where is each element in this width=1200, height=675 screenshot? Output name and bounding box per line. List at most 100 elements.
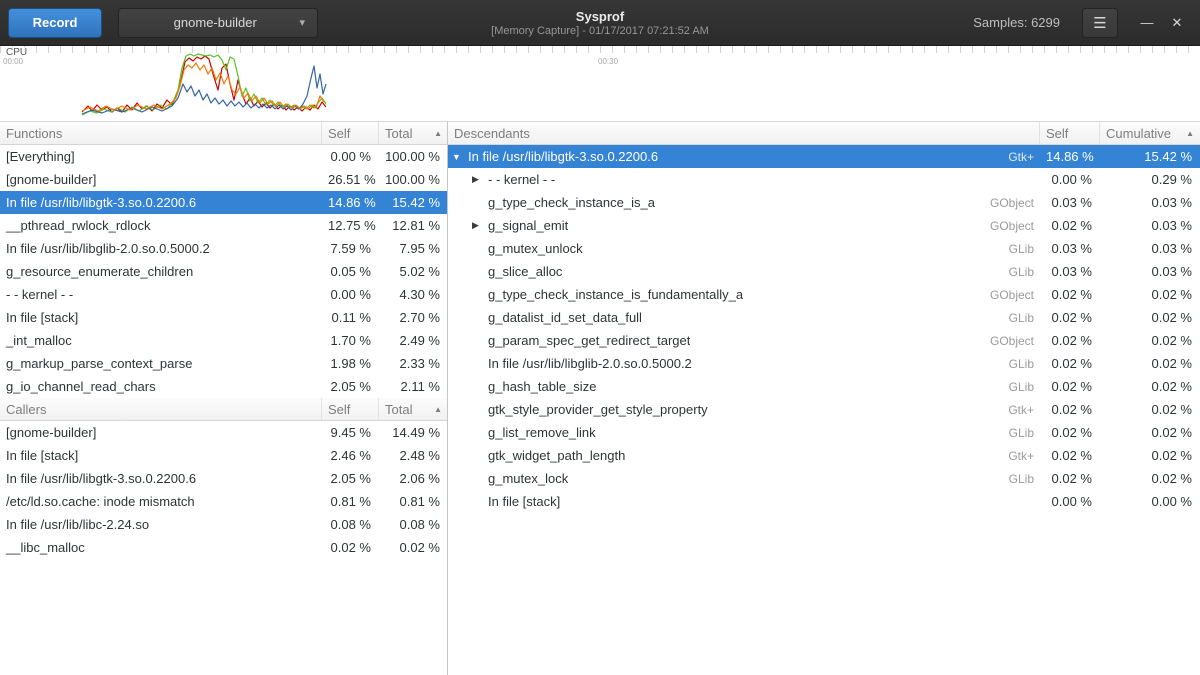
- cumulative-percent: 0.02 %: [1100, 379, 1200, 394]
- table-row[interactable]: __pthread_rwlock_rdlock12.75 %12.81 %: [0, 214, 447, 237]
- table-row[interactable]: __libc_malloc0.02 %0.02 %: [0, 536, 447, 559]
- function-name: - - kernel - -: [0, 287, 322, 302]
- close-icon: ✕: [1172, 15, 1183, 31]
- column-header-self[interactable]: Self: [1040, 122, 1100, 144]
- function-name: g_datalist_id_set_data_full: [488, 310, 642, 325]
- total-percent: 0.02 %: [379, 540, 448, 555]
- expander-icon[interactable]: ▶: [472, 220, 488, 231]
- column-header-cumulative[interactable]: Cumulative ▲: [1100, 122, 1200, 144]
- library-category-label: Gtk+: [1000, 150, 1034, 164]
- window-close-button[interactable]: ✕: [1162, 8, 1192, 38]
- column-header-total[interactable]: Total ▲: [379, 122, 448, 144]
- function-name: In file /usr/lib/libc-2.24.so: [0, 517, 322, 532]
- sort-indicator-icon: ▲: [1186, 129, 1194, 138]
- function-name: g_hash_table_size: [488, 379, 596, 394]
- self-percent: 0.02 %: [1040, 448, 1100, 463]
- table-row[interactable]: g_resource_enumerate_children0.05 %5.02 …: [0, 260, 447, 283]
- target-selector-label: gnome-builder: [131, 15, 299, 30]
- self-percent: 0.02 %: [1040, 379, 1100, 394]
- table-row[interactable]: ▼In file /usr/lib/libgtk-3.so.0.2200.6Gt…: [448, 145, 1200, 168]
- function-name: g_type_check_instance_is_a: [488, 195, 655, 210]
- self-percent: 9.45 %: [322, 425, 379, 440]
- table-row[interactable]: g_slice_allocGLib0.03 %0.03 %: [448, 260, 1200, 283]
- function-name: g_slice_alloc: [488, 264, 562, 279]
- function-name-cell: g_type_check_instance_is_aGObject: [448, 195, 1040, 210]
- table-row[interactable]: ▶- - kernel - -0.00 %0.29 %: [448, 168, 1200, 191]
- expander-icon[interactable]: ▼: [452, 152, 468, 162]
- self-percent: 0.03 %: [1040, 264, 1100, 279]
- table-row[interactable]: /etc/ld.so.cache: inode mismatch0.81 %0.…: [0, 490, 447, 513]
- cumulative-percent: 0.29 %: [1100, 172, 1200, 187]
- total-percent: 2.11 %: [379, 379, 448, 394]
- self-percent: 0.02 %: [1040, 333, 1100, 348]
- cumulative-percent: 0.02 %: [1100, 471, 1200, 486]
- library-category-label: GLib: [1001, 357, 1034, 371]
- target-selector-dropdown[interactable]: gnome-builder ▾: [118, 8, 318, 38]
- table-row[interactable]: g_hash_table_sizeGLib0.02 %0.02 %: [448, 375, 1200, 398]
- table-row[interactable]: In file /usr/lib/libglib-2.0.so.0.5000.2…: [0, 237, 447, 260]
- expander-icon[interactable]: ▶: [472, 174, 488, 185]
- self-percent: 0.00 %: [322, 287, 379, 302]
- self-percent: 0.05 %: [322, 264, 379, 279]
- function-name: In file /usr/lib/libglib-2.0.so.0.5000.2: [0, 241, 322, 256]
- table-row[interactable]: g_param_spec_get_redirect_targetGObject0…: [448, 329, 1200, 352]
- cumulative-percent: 0.02 %: [1100, 448, 1200, 463]
- column-header-self[interactable]: Self: [322, 398, 379, 420]
- window-minimize-button[interactable]: —: [1132, 8, 1162, 38]
- table-row[interactable]: g_type_check_instance_is_fundamentally_a…: [448, 283, 1200, 306]
- function-name: In file /usr/lib/libgtk-3.so.0.2200.6: [0, 471, 322, 486]
- column-header-self[interactable]: Self: [322, 122, 379, 144]
- self-percent: 0.81 %: [322, 494, 379, 509]
- library-category-label: GLib: [1001, 265, 1034, 279]
- record-button[interactable]: Record: [8, 8, 102, 38]
- table-row[interactable]: [gnome-builder]26.51 %100.00 %: [0, 168, 447, 191]
- total-percent: 7.95 %: [379, 241, 448, 256]
- table-row[interactable]: [gnome-builder]9.45 %14.49 %: [0, 421, 447, 444]
- table-row[interactable]: In file [stack]0.11 %2.70 %: [0, 306, 447, 329]
- table-row[interactable]: _int_malloc1.70 %2.49 %: [0, 329, 447, 352]
- total-percent: 100.00 %: [379, 149, 448, 164]
- table-row[interactable]: g_list_remove_linkGLib0.02 %0.02 %: [448, 421, 1200, 444]
- table-row[interactable]: g_markup_parse_context_parse1.98 %2.33 %: [0, 352, 447, 375]
- function-name: [gnome-builder]: [0, 425, 322, 440]
- table-row[interactable]: g_mutex_unlockGLib0.03 %0.03 %: [448, 237, 1200, 260]
- total-percent: 100.00 %: [379, 172, 448, 187]
- table-row[interactable]: [Everything]0.00 %100.00 %: [0, 145, 447, 168]
- table-row[interactable]: In file [stack]0.00 %0.00 %: [448, 490, 1200, 513]
- function-name-cell: In file [stack]: [448, 494, 1040, 509]
- total-percent: 2.49 %: [379, 333, 448, 348]
- table-row[interactable]: ▶g_signal_emitGObject0.02 %0.03 %: [448, 214, 1200, 237]
- table-row[interactable]: g_mutex_lockGLib0.02 %0.02 %: [448, 467, 1200, 490]
- table-row[interactable]: In file [stack]2.46 %2.48 %: [0, 444, 447, 467]
- sort-indicator-icon: ▲: [434, 129, 442, 138]
- column-header-total[interactable]: Total ▲: [379, 398, 448, 420]
- table-row[interactable]: g_type_check_instance_is_aGObject0.03 %0…: [448, 191, 1200, 214]
- table-row[interactable]: g_io_channel_read_chars2.05 %2.11 %: [0, 375, 447, 398]
- function-name-cell: g_list_remove_linkGLib: [448, 425, 1040, 440]
- function-name: g_markup_parse_context_parse: [0, 356, 322, 371]
- table-row[interactable]: In file /usr/lib/libgtk-3.so.0.2200.62.0…: [0, 467, 447, 490]
- function-name: /etc/ld.so.cache: inode mismatch: [0, 494, 322, 509]
- table-row[interactable]: g_datalist_id_set_data_fullGLib0.02 %0.0…: [448, 306, 1200, 329]
- column-header-descendants[interactable]: Descendants: [448, 122, 1040, 144]
- table-row[interactable]: gtk_widget_path_lengthGtk+0.02 %0.02 %: [448, 444, 1200, 467]
- self-percent: 0.02 %: [1040, 425, 1100, 440]
- table-row[interactable]: gtk_style_provider_get_style_propertyGtk…: [448, 398, 1200, 421]
- column-header-functions[interactable]: Functions: [0, 122, 322, 144]
- cumulative-percent: 0.02 %: [1100, 287, 1200, 302]
- library-category-label: Gtk+: [1000, 403, 1034, 417]
- table-row[interactable]: In file /usr/lib/libgtk-3.so.0.2200.614.…: [0, 191, 447, 214]
- table-row[interactable]: - - kernel - -0.00 %4.30 %: [0, 283, 447, 306]
- self-percent: 0.08 %: [322, 517, 379, 532]
- column-header-callers[interactable]: Callers: [0, 398, 322, 420]
- record-button-label: Record: [33, 15, 78, 30]
- self-percent: 0.03 %: [1040, 195, 1100, 210]
- table-row[interactable]: In file /usr/lib/libglib-2.0.so.0.5000.2…: [448, 352, 1200, 375]
- function-name: __libc_malloc: [0, 540, 322, 555]
- self-percent: 0.03 %: [1040, 241, 1100, 256]
- menu-button[interactable]: ☰: [1082, 8, 1118, 38]
- total-percent: 0.08 %: [379, 517, 448, 532]
- function-name: gtk_widget_path_length: [488, 448, 625, 463]
- cpu-timeline[interactable]: CPU 00:00 00:30: [0, 46, 1200, 122]
- table-row[interactable]: In file /usr/lib/libc-2.24.so0.08 %0.08 …: [0, 513, 447, 536]
